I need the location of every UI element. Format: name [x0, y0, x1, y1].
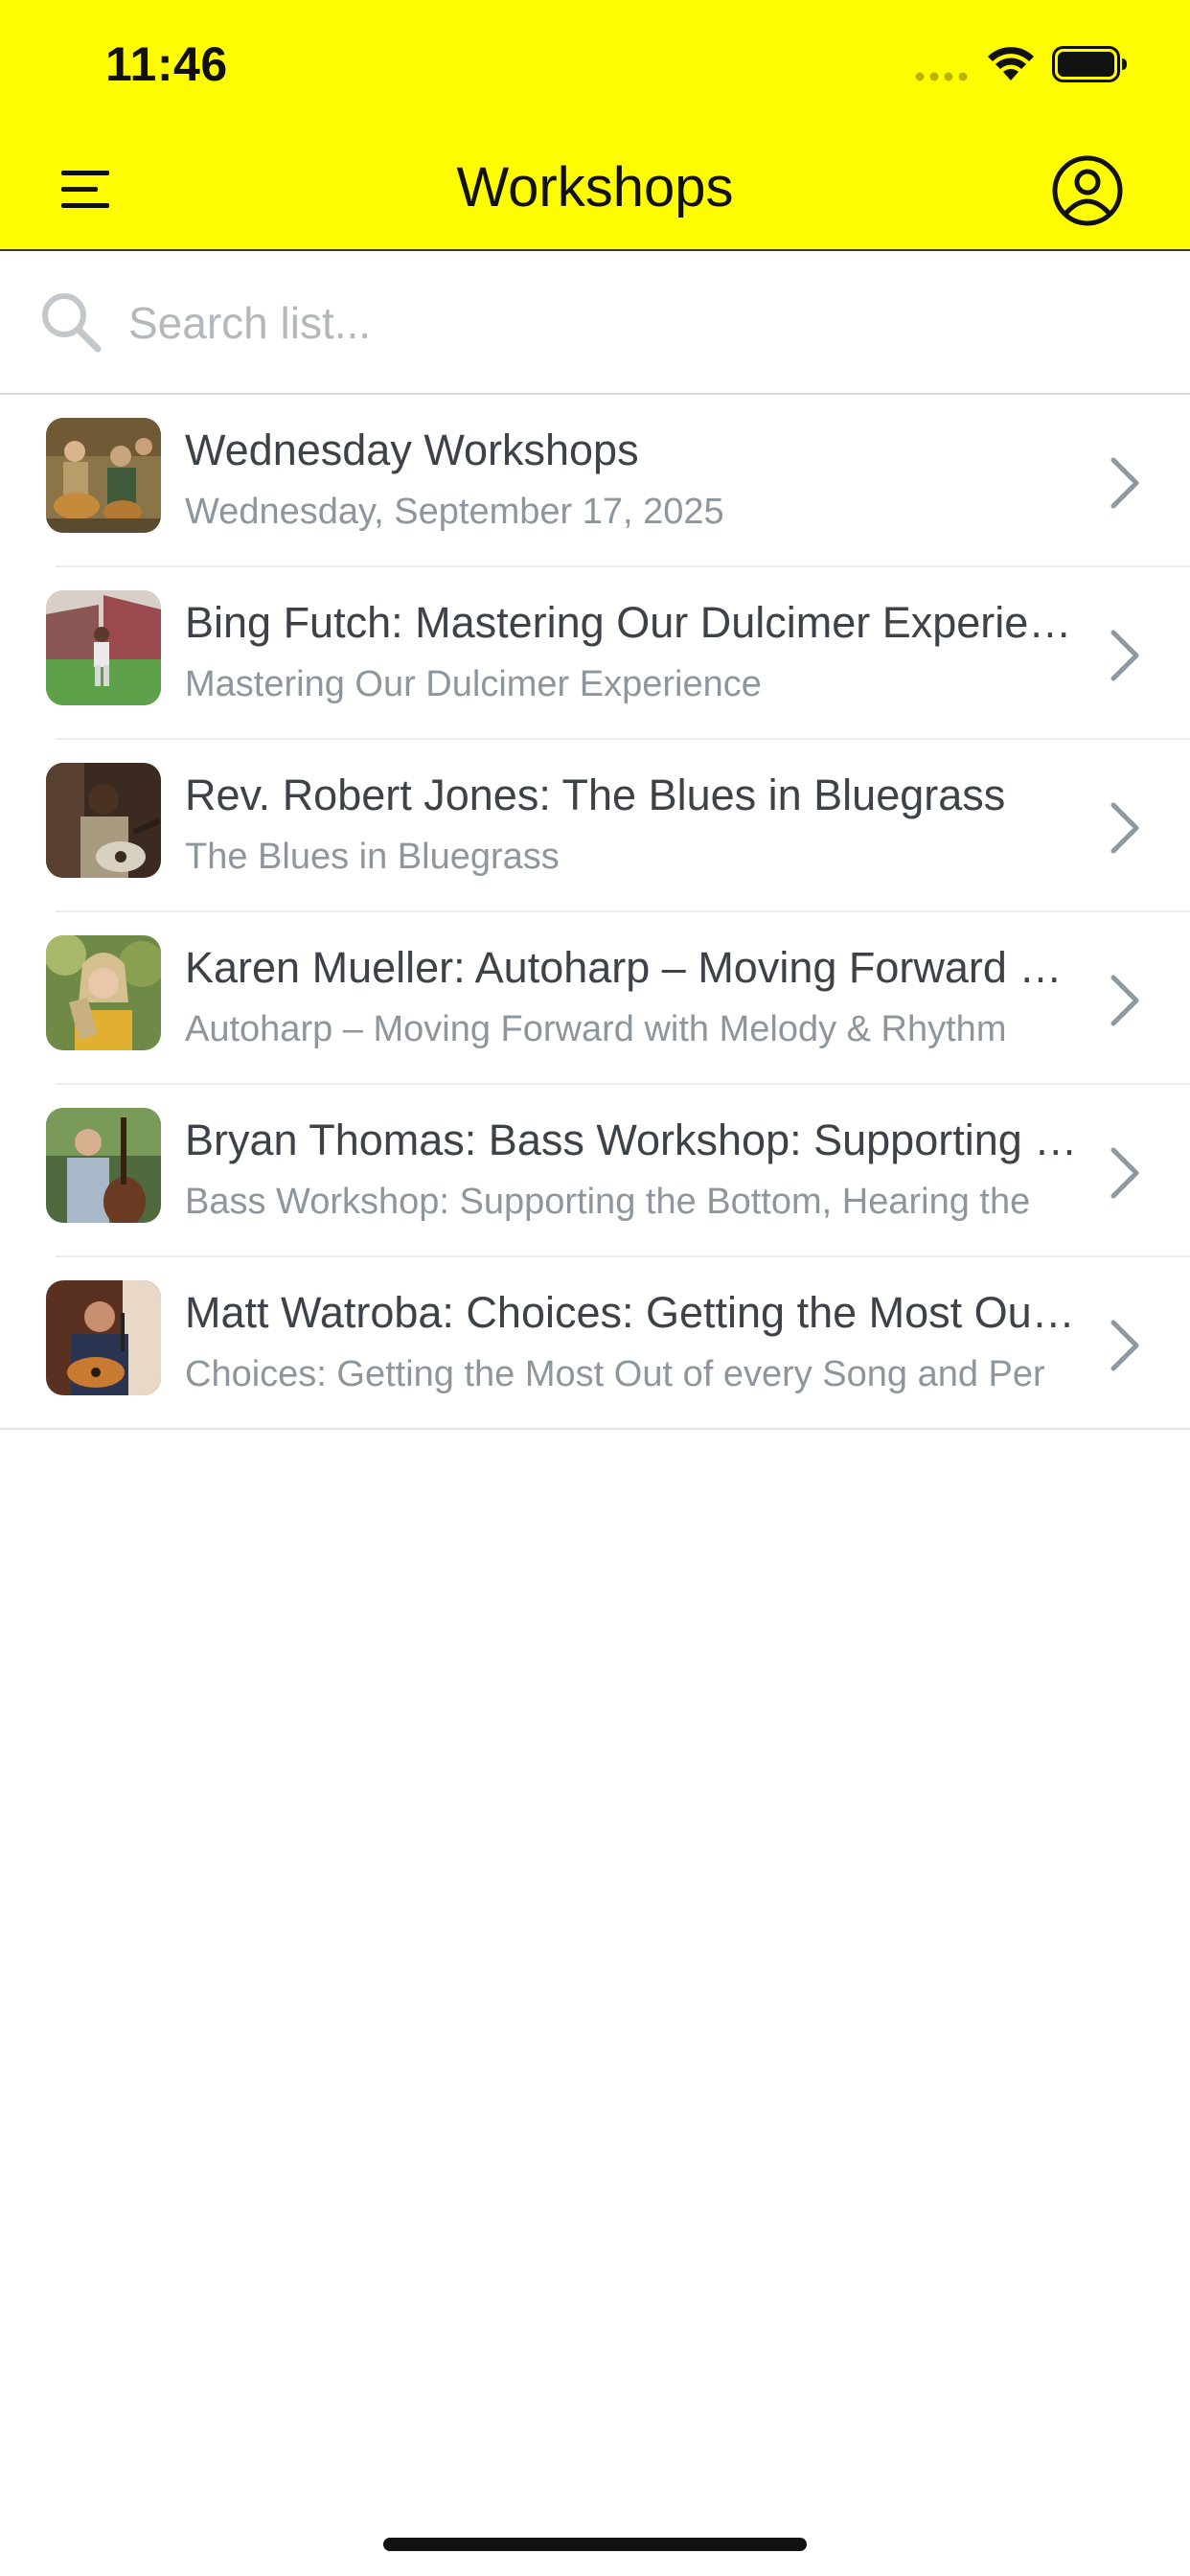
item-subtitle: The Blues in Bluegrass [185, 837, 560, 877]
list-item[interactable]: Rev. Robert Jones: The Blues in Bluegras… [0, 740, 1190, 912]
item-subtitle: Wednesday, September 17, 2025 [185, 492, 724, 532]
musicians-group-photo [46, 418, 161, 533]
battery-icon [1052, 46, 1127, 82]
home-indicator[interactable] [383, 2538, 807, 2551]
profile-icon[interactable] [1050, 153, 1125, 228]
chevron-right-icon [1110, 802, 1139, 854]
item-title: Bing Futch: Mastering Our Dulcimer Exper… [185, 598, 1086, 647]
item-title: Wednesday Workshops [185, 426, 639, 474]
status-time: 11:46 [105, 37, 228, 91]
list-item[interactable]: Bing Futch: Mastering Our Dulcimer Exper… [0, 567, 1190, 740]
item-subtitle: Autoharp – Moving Forward with Melody & … [185, 1009, 1007, 1049]
list-item[interactable]: Matt Watroba: Choices: Getting the Most … [0, 1257, 1190, 1430]
item-subtitle: Mastering Our Dulcimer Experience [185, 664, 762, 704]
cellular-signal-icon [915, 72, 968, 81]
item-subtitle: Bass Workshop: Supporting the Bottom, He… [185, 1182, 1031, 1222]
workshop-list: Wednesday Workshops Wednesday, September… [0, 395, 1190, 1430]
search-input[interactable] [128, 289, 1144, 356]
item-subtitle: Choices: Getting the Most Out of every S… [185, 1354, 1045, 1394]
guitarist-photo [46, 763, 161, 878]
autoharp-player-photo [46, 935, 161, 1050]
search-icon [42, 293, 102, 353]
page-title: Workshops [456, 156, 734, 218]
chevron-right-icon [1110, 630, 1139, 681]
item-title: Matt Watroba: Choices: Getting the Most … [185, 1288, 1086, 1337]
item-title: Karen Mueller: Autoharp – Moving Forward… [185, 943, 1086, 992]
item-title: Bryan Thomas: Bass Workshop: Supporting … [185, 1116, 1086, 1164]
list-item[interactable]: Wednesday Workshops Wednesday, September… [0, 395, 1190, 567]
chevron-right-icon [1110, 1320, 1139, 1371]
chevron-right-icon [1110, 975, 1139, 1026]
wifi-icon [988, 47, 1034, 80]
singer-guitarist-photo [46, 1280, 161, 1395]
list-item[interactable]: Bryan Thomas: Bass Workshop: Supporting … [0, 1085, 1190, 1257]
app-header: 11:46 Workshops [0, 0, 1190, 251]
row-separator [0, 1428, 1190, 1430]
list-item[interactable]: Karen Mueller: Autoharp – Moving Forward… [0, 912, 1190, 1085]
bassist-photo [46, 1108, 161, 1223]
search-bar [0, 251, 1190, 395]
chevron-right-icon [1110, 457, 1139, 509]
chevron-right-icon [1110, 1147, 1139, 1199]
performer-barn-photo [46, 590, 161, 705]
item-title: Rev. Robert Jones: The Blues in Bluegras… [185, 770, 1006, 819]
